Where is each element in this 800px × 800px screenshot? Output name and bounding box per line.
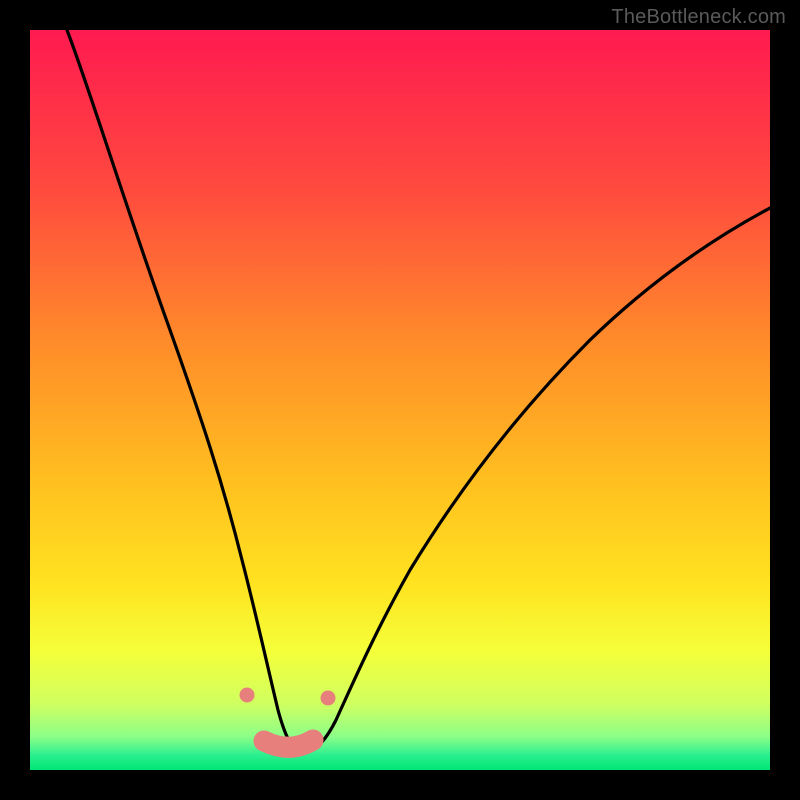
chart-svg [30, 30, 770, 770]
valley-endpoint-right [321, 691, 336, 706]
valley-marker-thick [264, 740, 313, 747]
plot-area [30, 30, 770, 770]
valley-endpoint-left [240, 688, 255, 703]
watermark-text: TheBottleneck.com [611, 6, 786, 29]
gradient-background [30, 30, 770, 770]
chart-frame: TheBottleneck.com [0, 0, 800, 800]
